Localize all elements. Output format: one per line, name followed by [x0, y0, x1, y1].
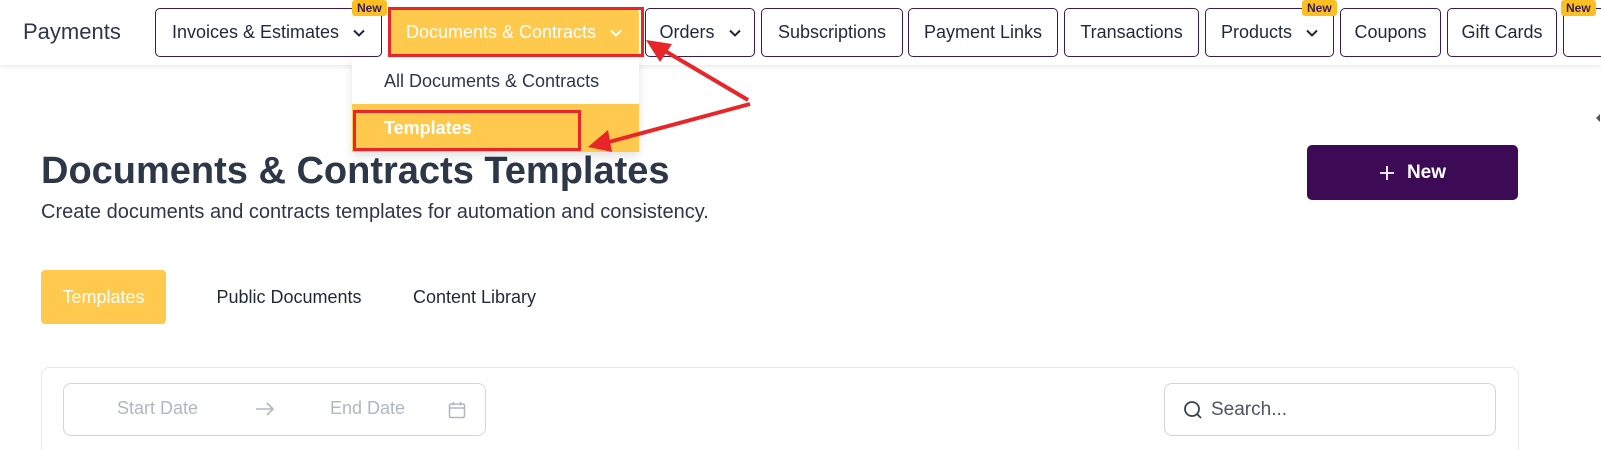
- new-badge: New: [1561, 0, 1596, 16]
- nav-tab-label: Invoices & Estimates: [171, 22, 340, 42]
- nav-tab-invoices-estimates[interactable]: Invoices & Estimates New: [155, 0, 387, 57]
- start-date-input[interactable]: Start Date: [117, 398, 198, 419]
- dropdown-item-templates[interactable]: Templates: [352, 104, 639, 152]
- dropdown-item-all-documents[interactable]: All Documents & Contracts: [352, 57, 639, 105]
- top-nav-bar: Payments Invoices & Estimates New Docume…: [0, 0, 1601, 65]
- new-badge: New: [352, 0, 387, 16]
- nav-tab-label: Subscriptions: [777, 22, 887, 42]
- search-box[interactable]: [1164, 383, 1496, 436]
- new-template-button[interactable]: New: [1307, 145, 1518, 200]
- chevron-down-icon: [728, 29, 741, 37]
- nav-tab-label: Coupons: [1354, 22, 1427, 42]
- app-title: Payments: [23, 19, 121, 44]
- new-button-label: New: [1406, 161, 1447, 183]
- nav-tab-label: Payment Links: [923, 22, 1043, 42]
- tab-public-documents[interactable]: Public Documents: [196, 270, 382, 324]
- nav-tab-transactions[interactable]: Transactions: [1064, 8, 1199, 57]
- calendar-icon[interactable]: [448, 401, 466, 419]
- page-subtitle: Create documents and contracts templates…: [41, 201, 709, 223]
- nav-tab-gift-cards[interactable]: Gift Cards: [1447, 8, 1557, 57]
- end-date-input[interactable]: End Date: [330, 398, 405, 419]
- arrow-right-icon: [256, 402, 275, 416]
- chevron-down-icon: [353, 29, 365, 37]
- chevron-down-icon: [610, 29, 622, 37]
- nav-tab-subscriptions[interactable]: Subscriptions: [761, 8, 903, 57]
- tab-templates[interactable]: Templates: [41, 270, 166, 324]
- plus-icon: [1379, 165, 1394, 180]
- new-badge: New: [1302, 0, 1337, 16]
- documents-contracts-dropdown: All Documents & Contracts Templates: [352, 57, 639, 152]
- nav-tab-coupons[interactable]: Coupons: [1340, 8, 1441, 57]
- search-icon: [1184, 400, 1202, 419]
- nav-tab-label: Transactions: [1080, 22, 1183, 42]
- page-title: Documents & Contracts Templates: [41, 150, 670, 192]
- nav-tab-label: Gift Cards: [1461, 22, 1543, 42]
- nav-tab-label: Orders: [659, 22, 715, 42]
- chevron-down-icon: [1306, 29, 1318, 37]
- nav-tab-documents-contracts[interactable]: Documents & Contracts: [389, 8, 639, 57]
- nav-tab-label: Documents & Contracts: [405, 22, 597, 42]
- nav-tab-payment-links[interactable]: Payment Links: [908, 8, 1058, 57]
- tab-content-library[interactable]: Content Library: [397, 270, 552, 324]
- nav-tab-orders[interactable]: Orders: [645, 8, 755, 57]
- scrollbar[interactable]: [1595, 50, 1601, 430]
- nav-tab-products[interactable]: Products New: [1205, 0, 1337, 57]
- search-input[interactable]: [1211, 398, 1481, 421]
- nav-tab-label: Products: [1220, 22, 1293, 42]
